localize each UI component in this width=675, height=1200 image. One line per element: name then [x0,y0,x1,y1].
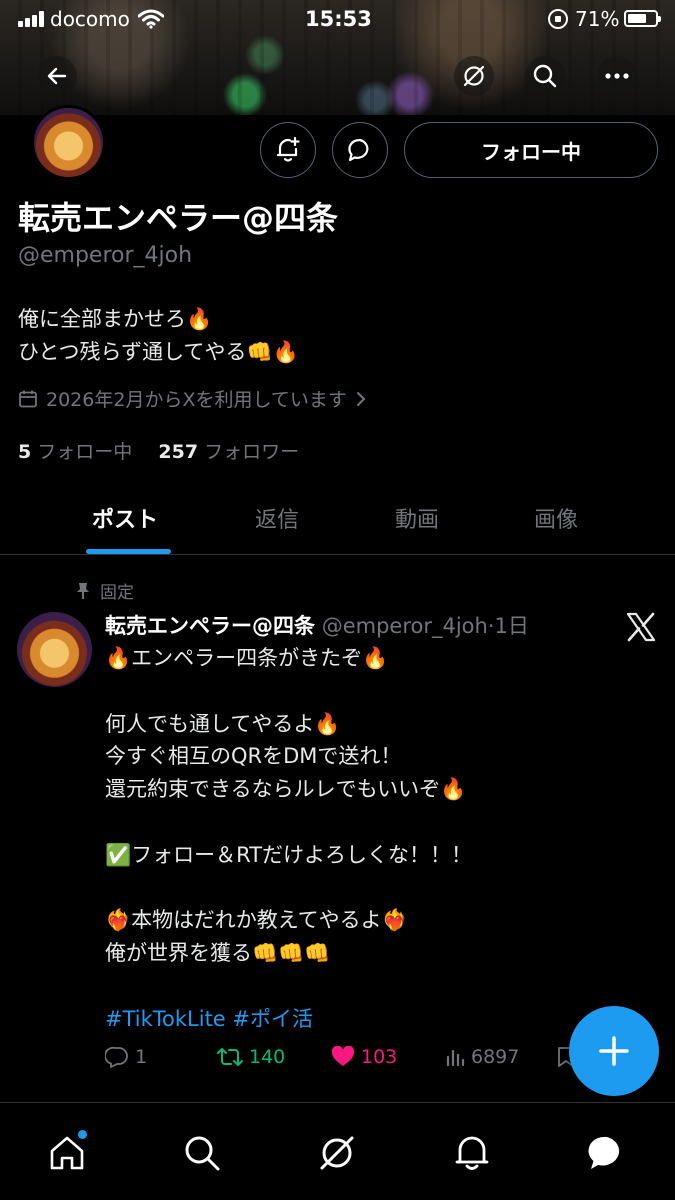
bio-line: ひとつ残らず通してやる👊🔥 [18,340,299,364]
nav-grok[interactable] [317,1133,357,1173]
joined-text: 2026年2月からXを利用しています [46,389,347,411]
status-bar: docomo 15:53 71% [0,0,675,40]
pin-icon [77,582,89,599]
profile-page: docomo 15:53 71% フォロー中 転売エンペラー@四条 @emper… [0,0,675,1200]
more-icon [605,73,629,79]
post-header: 転売エンペラー@四条 @emperor_4joh·1日 [105,614,529,638]
signal-icon [18,11,44,27]
nav-search[interactable] [182,1133,222,1173]
carrier-name: docomo [50,7,130,31]
tab-images[interactable]: 画像 [534,502,578,534]
followers-count: 257 [158,441,199,463]
nav-messages[interactable] [587,1133,627,1173]
post-line: 還元約束できるならルレでもいいぞ🔥 [105,777,467,802]
battery-level [628,14,646,23]
post-hashtags[interactable]: #TikTokLite #ポイ活 [105,1003,645,1036]
following-label: フォロー中 [37,441,133,463]
nav-home[interactable] [47,1133,87,1173]
wifi-icon [138,9,164,29]
tab-replies[interactable]: 返信 [255,502,299,534]
post-line: 何人でも通してやるよ🔥 [105,711,341,736]
bio-line: 俺に全部まかせろ🔥 [18,307,213,331]
back-button[interactable] [37,56,77,96]
repost-button[interactable]: 140 [217,1046,285,1068]
calendar-icon [19,390,37,407]
orientation-lock-icon [548,9,568,29]
search-icon [185,1136,220,1171]
reply-icon [105,1046,128,1068]
reply-count: 1 [135,1046,148,1068]
post-line: 俺が世界を獲る👊👊👊 [105,941,331,966]
grok-button[interactable] [454,56,494,96]
profile-bio: 俺に全部まかせろ🔥 ひとつ残らず通してやる👊🔥 [18,303,299,369]
grok-icon [320,1136,354,1170]
compose-button[interactable] [569,1006,659,1096]
views-icon [446,1049,465,1067]
reply-button[interactable]: 1 [105,1046,147,1068]
followers-link[interactable]: 257 フォロワー [158,441,299,463]
display-name: 転売エンペラー@四条 [18,199,339,237]
home-unread-dot [78,1130,87,1139]
chevron-right-icon [356,391,366,406]
post-line: 今すぐ相互のQRをDMで送れ！ [105,744,402,769]
post-body[interactable]: 🔥エンペラー四条がきたぞ🔥 何人でも通してやるよ🔥 今すぐ相互のQRをDMで送れ… [105,642,645,1036]
like-button[interactable]: 103 [331,1046,397,1068]
like-count: 103 [361,1046,398,1068]
more-button[interactable] [597,56,637,96]
tab-posts[interactable]: ポスト [92,502,158,534]
post-line [105,872,645,905]
notify-button[interactable] [260,122,316,178]
grok-icon [463,65,485,87]
battery-percent: 71% [575,7,620,31]
post-line: ✅フォロー＆RTだけよろしくな！！！ [105,842,473,867]
post-line: ❤️‍🔥本物はだれか教えてやるよ❤️‍🔥 [105,908,408,933]
bottom-nav [0,1102,675,1200]
post-line: 🔥エンペラー四条がきたぞ🔥 [105,646,389,670]
views-button[interactable]: 6897 [445,1046,519,1068]
x-logo-icon [626,612,656,642]
notification-bell-icon [276,136,300,162]
views-count: 6897 [471,1046,520,1068]
following-count: 5 [18,441,32,463]
active-tab-indicator [86,549,171,554]
profile-avatar[interactable] [31,105,106,180]
repost-count: 140 [249,1046,286,1068]
post-age: 1日 [494,614,529,638]
followers-label: フォロワー [204,441,300,463]
post-actions: 1 140 103 6897 [105,1046,585,1074]
profile-tabs: ポスト 返信 動画 画像 [0,480,675,555]
pinned-label: 固定 [76,578,134,603]
message-icon [348,138,369,162]
following-link[interactable]: 5 フォロー中 [18,441,132,463]
post-line [105,806,645,839]
repost-icon [217,1048,243,1066]
nav-notifications[interactable] [452,1133,492,1173]
heart-icon [331,1046,355,1066]
back-arrow-icon [47,67,67,85]
tab-videos[interactable]: 動画 [395,502,439,534]
profile-handle: @emperor_4joh [18,243,193,268]
post-avatar[interactable] [17,612,92,687]
post-author-name[interactable]: 転売エンペラー@四条 [105,614,315,638]
joined-date[interactable]: 2026年2月からXを利用しています [18,385,367,412]
messages-icon [588,1136,620,1169]
pinned-text: 固定 [100,583,134,603]
post-author-handle[interactable]: @emperor_4joh [322,614,488,638]
message-button[interactable] [332,122,388,178]
post-line [105,970,645,1003]
home-icon [50,1136,84,1170]
post-line [105,675,645,708]
plus-icon [599,1036,629,1066]
follow-stats: 5 フォロー中 257 フォロワー [18,437,299,464]
bell-icon [455,1136,489,1170]
battery-icon [624,10,661,27]
clock: 15:53 [305,7,372,31]
search-button[interactable] [525,56,565,96]
search-icon [533,64,557,88]
following-button[interactable]: フォロー中 [404,122,658,178]
